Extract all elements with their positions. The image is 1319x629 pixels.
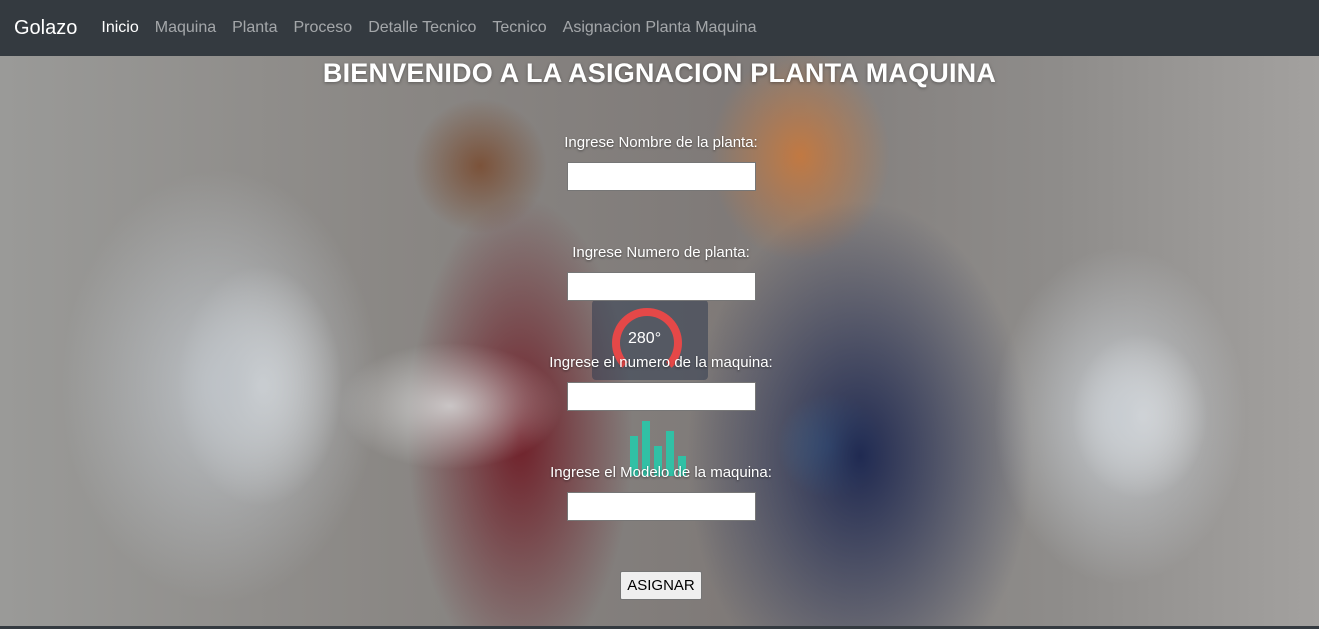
nombre-planta-label: Ingrese Nombre de la planta: — [564, 134, 758, 151]
numero-planta-label: Ingrese Numero de planta: — [572, 244, 750, 261]
nav-link-planta[interactable]: Planta — [232, 19, 277, 37]
modelo-maquina-label: Ingrese el Modelo de la maquina: — [550, 464, 772, 481]
nombre-planta-input[interactable] — [567, 162, 756, 191]
asignar-button[interactable]: ASIGNAR — [620, 571, 702, 600]
modelo-maquina-input[interactable] — [567, 492, 756, 521]
brand-link[interactable]: Golazo — [14, 17, 77, 40]
numero-planta-input[interactable] — [567, 272, 756, 301]
nav-link-detalle-tecnico[interactable]: Detalle Tecnico — [368, 19, 476, 37]
page-title: BIENVENIDO A LA ASIGNACION PLANTA MAQUIN… — [322, 58, 997, 88]
nav-link-proceso[interactable]: Proceso — [293, 19, 352, 37]
nav-link-inicio[interactable]: Inicio — [101, 19, 138, 37]
numero-maquina-label: Ingrese el numero de la maquina: — [549, 354, 773, 371]
top-navbar: Golazo Inicio Maquina Planta Proceso Det… — [0, 0, 1319, 56]
numero-maquina-input[interactable] — [567, 382, 756, 411]
gauge-value: 280° — [628, 330, 662, 347]
nav-link-tecnico[interactable]: Tecnico — [492, 19, 546, 37]
nav-link-asignacion-planta-maquina[interactable]: Asignacion Planta Maquina — [563, 19, 757, 37]
nav-link-maquina[interactable]: Maquina — [155, 19, 216, 37]
